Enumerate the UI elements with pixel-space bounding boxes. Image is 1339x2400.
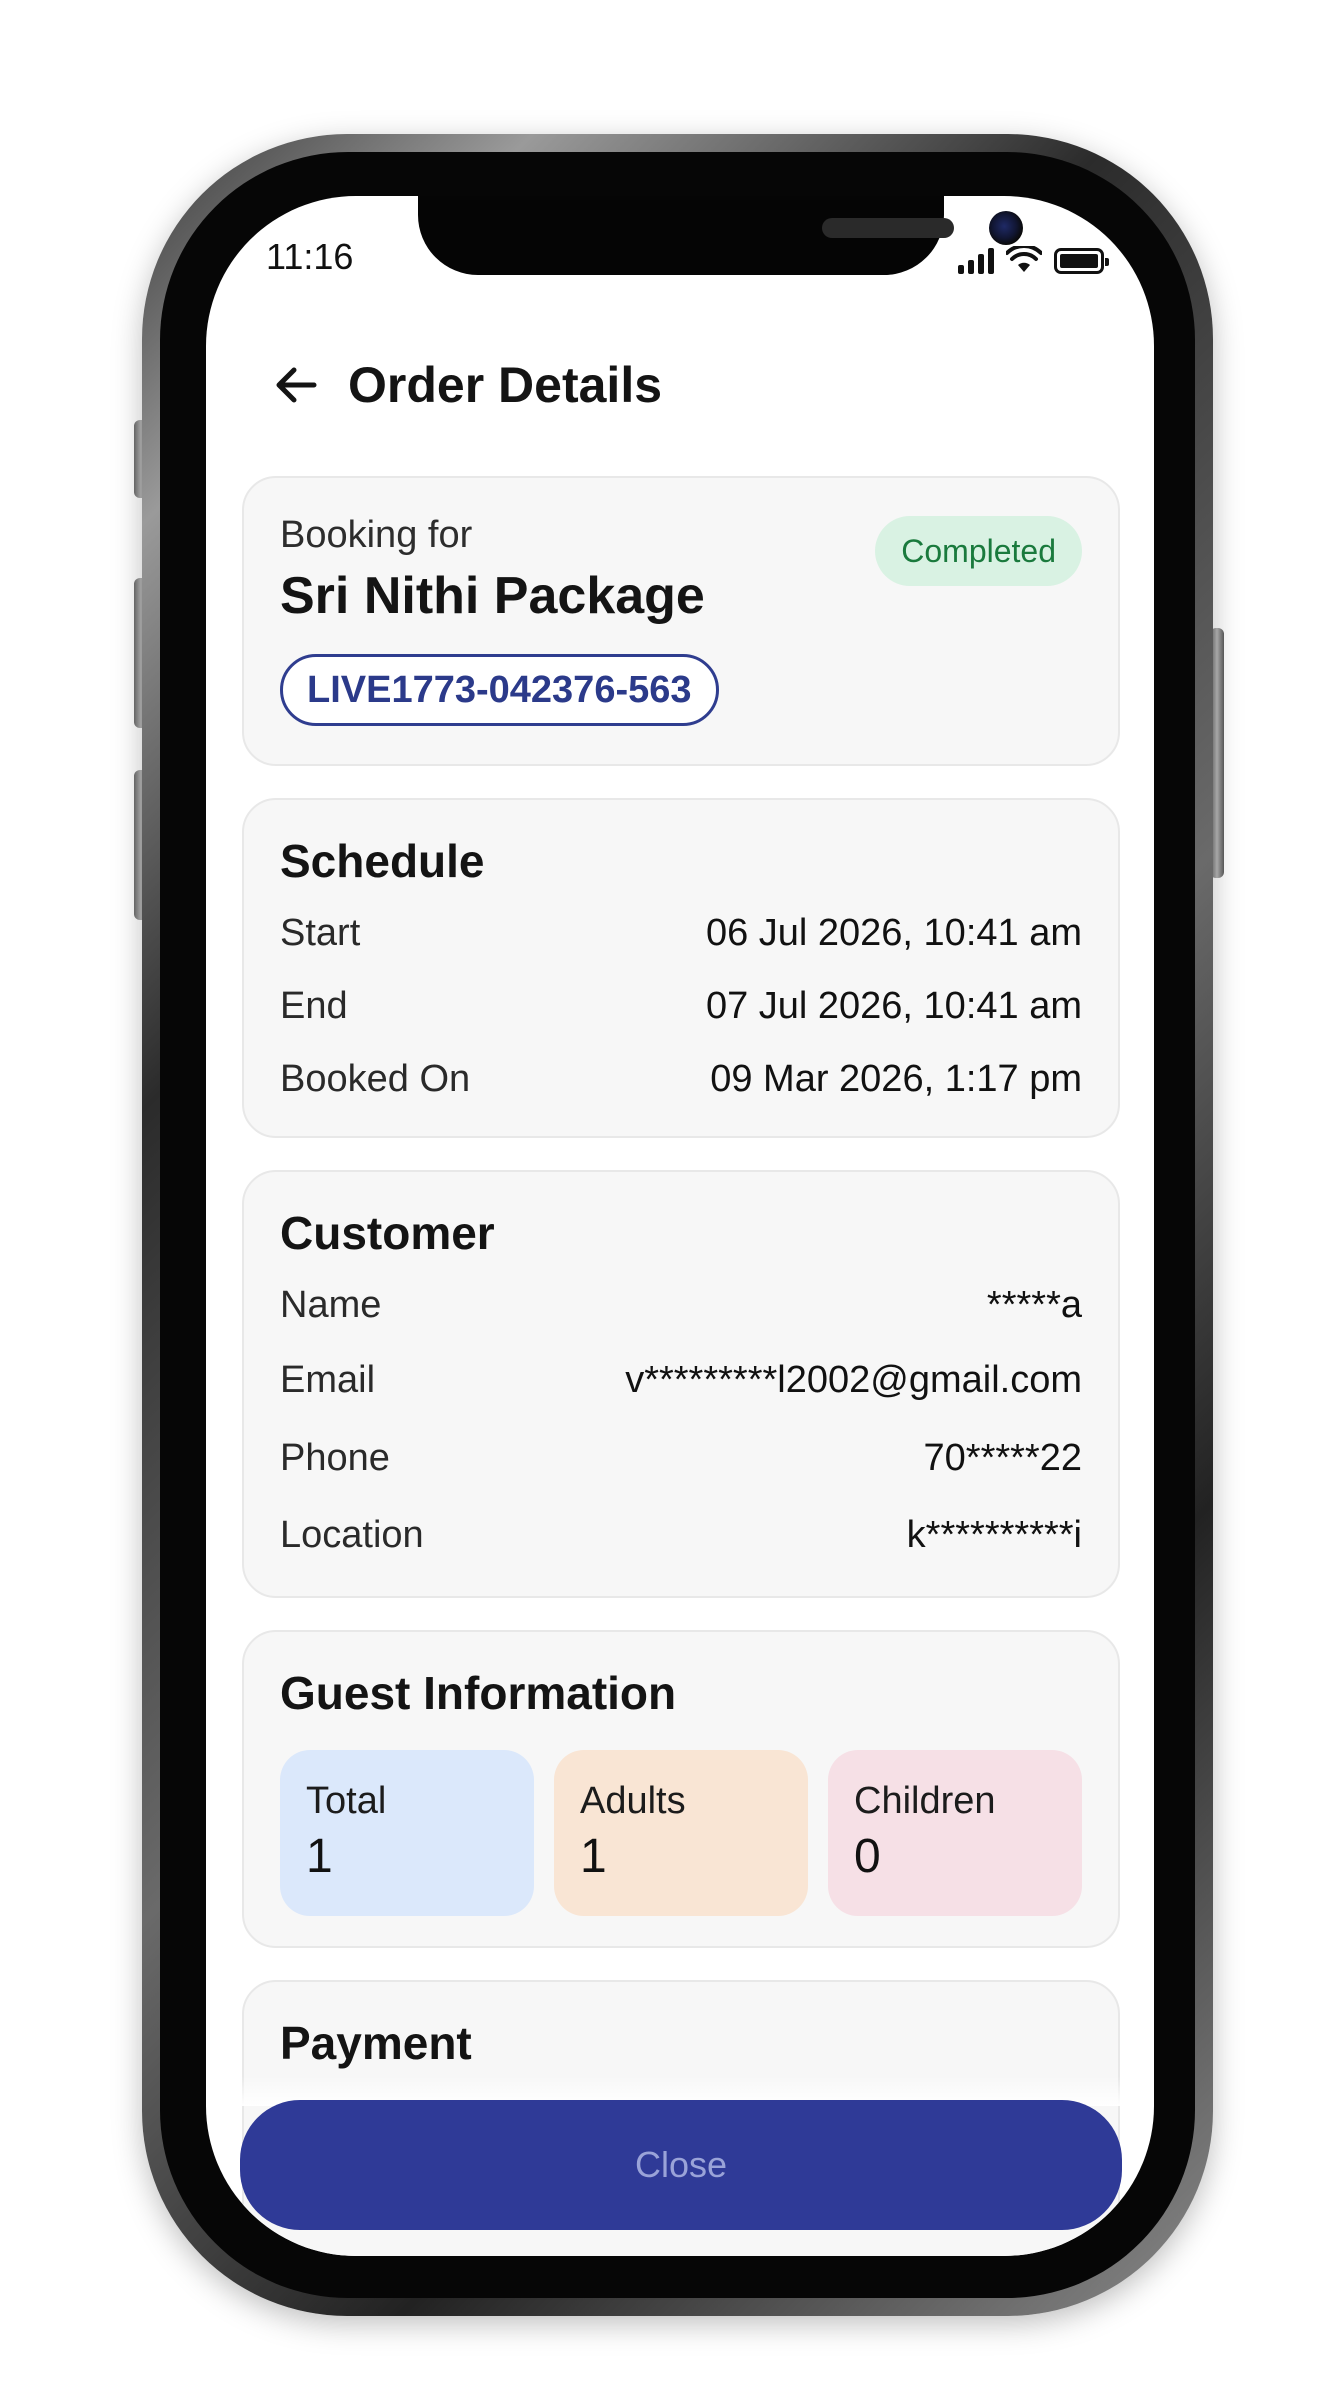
tile-label: Total — [306, 1780, 387, 1822]
schedule-title: Schedule — [280, 835, 485, 887]
package-name: Sri Nithi Package — [280, 567, 705, 625]
row-label: Name — [280, 1284, 382, 1326]
customer-row-location: Location k**********i — [280, 1514, 1082, 1557]
schedule-card: Schedule Start 06 Jul 2026, 10:41 am End… — [242, 798, 1120, 1138]
tile-label: Adults — [580, 1780, 686, 1822]
phone-screen: 11:16 Order Details Booking for Sri Nith… — [206, 196, 1154, 2256]
status-icons — [958, 238, 1109, 274]
schedule-row-booked-on: Booked On 09 Mar 2026, 1:17 pm — [280, 1058, 1082, 1101]
order-id-chip[interactable]: LIVE1773-042376-563 — [280, 654, 719, 726]
phone-mockup: 11:16 Order Details Booking for Sri Nith… — [0, 0, 1339, 2400]
row-label: Phone — [280, 1437, 390, 1479]
close-button[interactable]: Close — [240, 2100, 1122, 2230]
tile-label: Children — [854, 1780, 996, 1822]
signal-icon — [958, 246, 994, 274]
customer-row-name: Name *****a — [280, 1284, 1082, 1327]
row-value: 07 Jul 2026, 10:41 am — [705, 985, 1082, 1027]
battery-icon — [1054, 248, 1109, 274]
row-value: v*********l2002@gmail.com — [625, 1359, 1082, 1401]
customer-row-email: Email v*********l2002@gmail.com — [280, 1359, 1082, 1402]
customer-title: Customer — [280, 1207, 495, 1259]
row-value: *****a — [986, 1284, 1082, 1326]
row-label: Email — [280, 1359, 376, 1401]
tile-value: 1 — [306, 1830, 333, 1883]
payment-title: Payment — [280, 2017, 472, 2069]
guest-tile-children: Children 0 — [828, 1750, 1082, 1916]
schedule-row-end: End 07 Jul 2026, 10:41 am — [280, 985, 1082, 1028]
header: Order Details — [270, 356, 662, 414]
guest-info-card: Guest Information Total 1 Adults 1 Child… — [242, 1630, 1120, 1948]
tile-value: 0 — [854, 1830, 881, 1883]
notch — [418, 196, 1023, 275]
customer-card: Customer Name *****a Email v*********l20… — [242, 1170, 1120, 1598]
booking-card: Booking for Sri Nithi Package Completed … — [242, 476, 1120, 766]
arrow-left-icon[interactable] — [270, 359, 322, 411]
status-badge: Completed — [875, 516, 1082, 586]
guest-tile-adults: Adults 1 — [554, 1750, 808, 1916]
tile-value: 1 — [580, 1830, 607, 1883]
row-label: End — [280, 985, 348, 1027]
row-value: 06 Jul 2026, 10:41 am — [705, 912, 1082, 954]
row-label: Booked On — [280, 1058, 471, 1100]
row-label: Location — [280, 1514, 424, 1556]
guest-tile-total: Total 1 — [280, 1750, 534, 1916]
schedule-row-start: Start 06 Jul 2026, 10:41 am — [280, 912, 1082, 955]
row-label: Start — [280, 912, 361, 954]
page-title: Order Details — [348, 357, 663, 413]
guest-info-title: Guest Information — [280, 1667, 677, 1719]
booking-label: Booking for — [280, 514, 473, 556]
status-time: 11:16 — [266, 236, 354, 277]
row-value: 70*****22 — [923, 1437, 1082, 1479]
row-value: 09 Mar 2026, 1:17 pm — [710, 1058, 1082, 1100]
customer-row-phone: Phone 70*****22 — [280, 1437, 1082, 1480]
row-value: k**********i — [906, 1514, 1082, 1556]
guest-tiles: Total 1 Adults 1 Children 0 — [280, 1750, 1082, 1916]
wifi-icon — [1006, 246, 1042, 272]
speaker-grille — [822, 218, 954, 238]
